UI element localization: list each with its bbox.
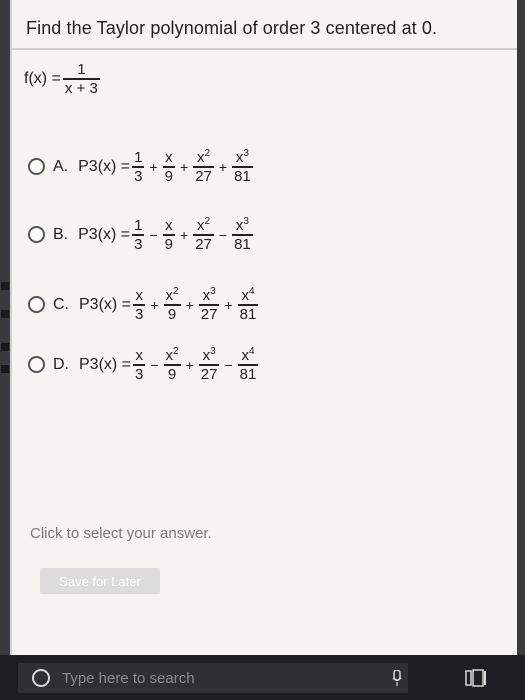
option-letter: A. xyxy=(53,157,69,175)
edge-mark xyxy=(1,343,9,351)
term-fraction: x4 81 xyxy=(237,286,259,323)
term-operator: + xyxy=(185,296,194,313)
polynomial-label: P3(x) = xyxy=(79,355,132,373)
term-fraction: x3 81 xyxy=(232,148,253,185)
task-view-icon[interactable] xyxy=(465,669,487,687)
term-fraction: x2 9 xyxy=(163,286,181,323)
term-fraction: x2 9 xyxy=(163,346,181,383)
radio-button[interactable] xyxy=(28,356,45,374)
radio-button[interactable] xyxy=(28,226,45,244)
term-denominator: 3 xyxy=(134,235,143,253)
select-answer-hint: Click to select your answer. xyxy=(30,525,212,542)
term-operator: + xyxy=(224,296,233,313)
term-denominator: 81 xyxy=(239,305,257,323)
save-for-later-button[interactable]: Save for Later xyxy=(40,568,160,594)
term-fraction: x3 xyxy=(133,347,146,383)
term-numerator: x4 xyxy=(241,286,255,304)
function-label: f(x) = xyxy=(24,69,61,87)
windows-taskbar: Type here to search xyxy=(0,655,525,700)
term-numerator: x2 xyxy=(165,286,179,304)
term-operator: + xyxy=(185,356,194,373)
term-numerator: x2 xyxy=(165,346,179,364)
term-numerator: x3 xyxy=(202,346,216,364)
term-fraction: x3 81 xyxy=(232,216,253,253)
term-fraction: x3 27 xyxy=(198,286,220,323)
function-numerator: 1 xyxy=(77,61,86,78)
polynomial-label: P3(x) = xyxy=(78,157,131,175)
title-divider xyxy=(12,48,517,50)
term-numerator: x3 xyxy=(202,286,216,304)
term-denominator: 81 xyxy=(234,167,251,185)
term-numerator: x3 xyxy=(235,148,249,166)
term-denominator: 3 xyxy=(134,167,143,185)
term-denominator: 9 xyxy=(167,305,177,323)
term-denominator: 81 xyxy=(234,235,251,253)
option-letter: C. xyxy=(53,295,69,313)
cortana-circle-icon[interactable] xyxy=(32,669,50,687)
term-numerator: x2 xyxy=(197,216,211,234)
term-fraction: x2 27 xyxy=(193,216,214,253)
option-letter: D. xyxy=(53,355,69,373)
answer-option[interactable]: D. P3(x) = x 3− x2 9 + x3 27− x4 81 xyxy=(28,346,260,383)
answer-option[interactable]: A. P3(x) = 1 3 + x 9 + x2 27 + x3 81 xyxy=(28,148,255,185)
term-denominator: 9 xyxy=(164,167,174,185)
function-definition: f(x) = 1 x + 3 xyxy=(24,62,102,96)
taskbar-search-box[interactable]: Type here to search xyxy=(18,663,408,693)
radio-button[interactable] xyxy=(28,158,45,176)
term-numerator: x xyxy=(135,287,143,304)
radio-button[interactable] xyxy=(28,296,45,314)
term-operator: + xyxy=(150,296,159,313)
term-fraction: x2 27 xyxy=(193,148,214,185)
term-denominator: 27 xyxy=(195,235,212,253)
edge-mark xyxy=(1,310,9,318)
term-denominator: 3 xyxy=(135,305,144,323)
term-fraction: x4 81 xyxy=(237,346,259,383)
function-denominator: x + 3 xyxy=(64,79,98,97)
term-fraction: x3 27 xyxy=(198,346,220,383)
term-numerator: 1 xyxy=(134,149,143,166)
term-operator: + xyxy=(218,158,228,175)
question-panel: Find the Taylor polynomial of order 3 ce… xyxy=(10,0,517,655)
term-numerator: x xyxy=(165,149,173,166)
search-placeholder: Type here to search xyxy=(62,669,195,687)
term-numerator: 1 xyxy=(134,217,143,234)
term-operator: + xyxy=(149,158,158,175)
question-title: Find the Taylor polynomial of order 3 ce… xyxy=(26,18,438,38)
edge-mark xyxy=(1,282,9,290)
term-fraction: x9 xyxy=(162,217,176,253)
screen-background: Find the Taylor polynomial of order 3 ce… xyxy=(0,0,525,655)
term-denominator: 9 xyxy=(167,365,177,383)
term-numerator: x xyxy=(135,347,143,364)
term-fraction: 13 xyxy=(132,217,145,253)
edge-mark xyxy=(1,365,9,373)
term-numerator: x xyxy=(165,217,173,234)
option-letter: B. xyxy=(53,225,69,243)
term-operator: − xyxy=(224,356,233,373)
term-fraction: x3 xyxy=(133,287,146,323)
term-fraction: 13 xyxy=(132,149,145,185)
term-denominator: 27 xyxy=(200,365,218,383)
polynomial-label: P3(x) = xyxy=(78,225,131,243)
microphone-icon[interactable] xyxy=(392,670,402,686)
term-denominator: 27 xyxy=(200,305,218,323)
term-operator: + xyxy=(180,226,189,243)
term-denominator: 81 xyxy=(239,365,257,383)
term-denominator: 9 xyxy=(164,235,174,253)
term-numerator: x4 xyxy=(241,346,255,364)
term-fraction: x9 xyxy=(162,149,176,185)
term-operator: + xyxy=(180,158,189,175)
answer-option[interactable]: C. P3(x) = x 3 + x2 9 + x3 27 + x4 81 xyxy=(28,286,260,323)
term-denominator: 27 xyxy=(195,167,212,185)
term-denominator: 3 xyxy=(135,365,144,383)
answer-option[interactable]: B. P3(x) = 1 3− x 9 + x2 27− x3 81 xyxy=(28,216,255,253)
term-operator: − xyxy=(150,356,159,373)
term-numerator: x3 xyxy=(235,216,249,234)
term-operator: − xyxy=(149,226,158,243)
term-operator: − xyxy=(218,226,228,243)
term-numerator: x2 xyxy=(197,148,211,166)
function-fraction: 1 x + 3 xyxy=(62,61,100,97)
polynomial-label: P3(x) = xyxy=(79,295,132,313)
